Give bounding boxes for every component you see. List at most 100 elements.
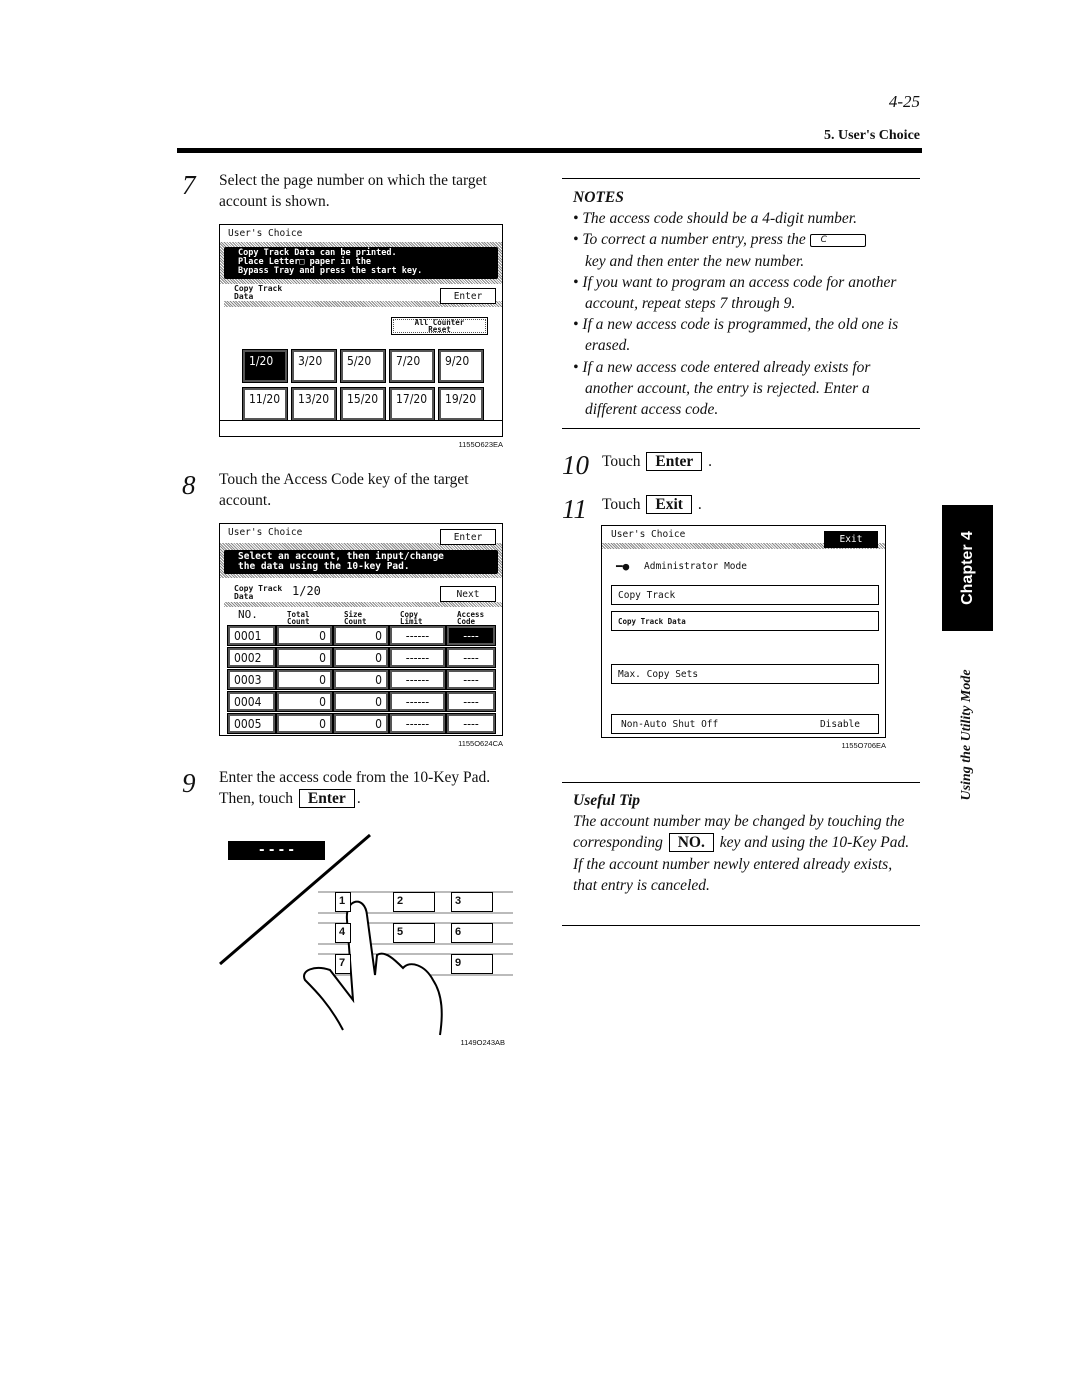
section-title: 5. User's Choice bbox=[823, 128, 920, 143]
step-text: Touch Exit . bbox=[602, 495, 702, 514]
divider bbox=[562, 428, 920, 430]
notes-box: NOTES • The access code should be a 4-di… bbox=[573, 187, 918, 420]
next-button[interactable]: Next bbox=[440, 586, 496, 602]
max-copy-sets-button[interactable]: Max. Copy Sets bbox=[611, 664, 879, 684]
divider bbox=[562, 782, 920, 784]
table-cell: ------ bbox=[389, 647, 446, 668]
table-cell[interactable]: 0002 bbox=[227, 647, 276, 668]
table-cell[interactable]: ---- bbox=[446, 625, 496, 646]
all-counter-reset-button[interactable]: All Counter Reset bbox=[391, 317, 488, 335]
screen-title: User's Choice bbox=[228, 527, 303, 538]
note-item: • To correct a number entry, press the C… bbox=[573, 229, 918, 271]
page-button[interactable]: 15/20 bbox=[340, 387, 386, 421]
table-cell: 0 bbox=[276, 669, 333, 690]
clear-key: C bbox=[809, 234, 866, 248]
no-key: NO. bbox=[668, 833, 714, 853]
table-cell: ------ bbox=[389, 669, 446, 690]
keypad-key[interactable]: 2 bbox=[393, 892, 435, 912]
key-icon: ━● bbox=[616, 560, 630, 573]
page-button[interactable]: 13/20 bbox=[291, 387, 337, 421]
step-text: Touch Enter . bbox=[602, 452, 713, 471]
table-cell[interactable]: 0005 bbox=[227, 713, 276, 734]
column-header: Size Count bbox=[344, 610, 367, 626]
page-indicator: 1/20 bbox=[292, 584, 321, 598]
copy-track-button[interactable]: Copy Track bbox=[611, 585, 879, 605]
screen-title: User's Choice bbox=[228, 228, 303, 239]
enter-button[interactable]: Enter bbox=[440, 529, 496, 545]
keypad-key[interactable]: 3 bbox=[451, 892, 493, 912]
enter-key: Enter bbox=[646, 452, 703, 471]
step-number: 11 bbox=[562, 494, 587, 524]
column-header: NO. bbox=[238, 608, 258, 621]
tab-label: Copy Track Data bbox=[234, 584, 283, 601]
section-side-label: Using the Utility Mode bbox=[959, 669, 974, 801]
table-cell: 0 bbox=[333, 647, 389, 668]
page-button[interactable]: 9/20 bbox=[438, 349, 484, 383]
keypad-key[interactable]: 4 bbox=[335, 923, 351, 943]
table-cell: ------ bbox=[389, 625, 446, 646]
table-cell: 0 bbox=[333, 669, 389, 690]
divider bbox=[562, 925, 920, 927]
figure-caption: 1155O623EA bbox=[458, 440, 503, 449]
step-text: Touch the Access Code key of the target … bbox=[219, 471, 469, 509]
table-cell: 0 bbox=[276, 713, 333, 734]
page-button[interactable]: 1/20 bbox=[242, 349, 288, 383]
note-item: • If a new access code entered already e… bbox=[573, 358, 871, 419]
keypad-key[interactable]: 9 bbox=[451, 954, 493, 974]
keypad-key[interactable]: 6 bbox=[451, 923, 493, 943]
figure-caption: 1155O624CA bbox=[458, 739, 503, 748]
notes-title: NOTES bbox=[573, 189, 624, 206]
figure-caption: 1155O706EA bbox=[841, 741, 886, 750]
header-rule bbox=[177, 148, 922, 153]
column-header: Access Code bbox=[457, 610, 485, 626]
page-button[interactable]: 3/20 bbox=[291, 349, 337, 383]
table-cell[interactable]: ---- bbox=[446, 691, 496, 712]
screen-admin-mode: User's Choice Exit ━● Administrator Mode… bbox=[601, 525, 886, 738]
tab-label: Copy Track Data bbox=[234, 284, 283, 301]
table-cell[interactable]: 0003 bbox=[227, 669, 276, 690]
page-button[interactable]: 7/20 bbox=[389, 349, 435, 383]
exit-button[interactable]: Exit bbox=[824, 531, 878, 548]
table-cell: 0 bbox=[276, 691, 333, 712]
table-cell[interactable]: ---- bbox=[446, 647, 496, 668]
note-item: • The access code should be a 4-digit nu… bbox=[573, 210, 857, 228]
table-cell[interactable]: ---- bbox=[446, 713, 496, 734]
step-text: Select the page number on which the targ… bbox=[219, 172, 487, 210]
table-cell[interactable]: 0001 bbox=[227, 625, 276, 646]
copy-track-data-button[interactable]: Copy Track Data bbox=[611, 611, 879, 631]
exit-key: Exit bbox=[646, 495, 692, 514]
enter-button[interactable]: Enter bbox=[440, 288, 496, 304]
page-button[interactable]: 5/20 bbox=[340, 349, 386, 383]
screen-message: Copy Track Data can be printed. Place Let… bbox=[224, 247, 498, 279]
keypad-illustration: - - - - 12345679 1149O243AB bbox=[215, 830, 515, 1050]
keypad-key[interactable]: 7 bbox=[335, 954, 351, 974]
divider bbox=[562, 178, 920, 180]
table-cell: 0 bbox=[333, 625, 389, 646]
table-cell: 0 bbox=[333, 713, 389, 734]
screen-title: User's Choice bbox=[611, 529, 686, 540]
shutoff-value: Disable bbox=[819, 718, 860, 730]
figure-caption: 1149O243AB bbox=[460, 1038, 505, 1047]
table-cell: 0 bbox=[276, 647, 333, 668]
keypad-key[interactable]: 1 bbox=[335, 892, 351, 912]
chapter-tab: Chapter 4 bbox=[942, 505, 993, 631]
page-button[interactable]: 11/20 bbox=[242, 387, 288, 421]
table-cell: ------ bbox=[389, 691, 446, 712]
enter-key: Enter bbox=[298, 789, 355, 808]
note-item: • If you want to program an access code … bbox=[573, 273, 897, 313]
step-number: 9 bbox=[182, 768, 196, 798]
step-number: 10 bbox=[562, 450, 589, 480]
useful-tip: Useful Tip The account number may be cha… bbox=[573, 790, 913, 896]
page-button[interactable]: 19/20 bbox=[438, 387, 484, 421]
table-cell[interactable]: ---- bbox=[446, 669, 496, 690]
table-cell: 0 bbox=[276, 625, 333, 646]
step-text: Enter the access code from the 10-Key Pa… bbox=[219, 769, 491, 808]
table-cell[interactable]: 0004 bbox=[227, 691, 276, 712]
keypad-key[interactable]: 5 bbox=[393, 923, 435, 943]
page-button[interactable]: 17/20 bbox=[389, 387, 435, 421]
table-cell: ------ bbox=[389, 713, 446, 734]
note-item: • If a new access code is programmed, th… bbox=[573, 316, 899, 355]
page-number: 4-25 bbox=[888, 92, 920, 111]
step-number: 8 bbox=[182, 470, 196, 500]
non-auto-shut-off-button[interactable]: Non-Auto Shut Off Disable bbox=[611, 714, 879, 734]
